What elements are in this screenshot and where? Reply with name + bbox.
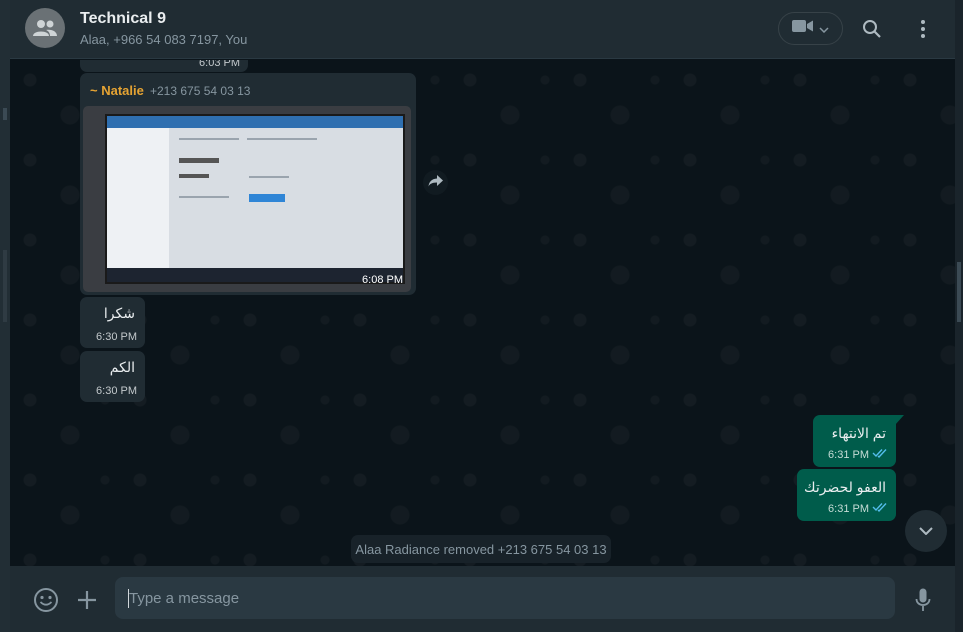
- message-status: 6:31 PM: [828, 502, 888, 515]
- photo-screen-taskbar: [107, 268, 403, 282]
- message-time: 6:31 PM: [828, 448, 869, 461]
- left-edge-resize-handle[interactable]: [3, 250, 7, 322]
- message-list[interactable]: 6:03 PM ~ Natalie +213 675 54 03 13 6:08…: [10, 60, 955, 566]
- message-time: 6:30 PM: [96, 331, 137, 343]
- message-bubble-in[interactable]: الكم 6:30 PM: [80, 351, 145, 402]
- video-call-icon: [792, 19, 814, 38]
- forward-icon: [428, 174, 444, 192]
- attach-plus-icon[interactable]: [73, 586, 101, 614]
- chat-title[interactable]: Technical 9: [80, 10, 166, 28]
- microphone-icon[interactable]: [909, 586, 937, 614]
- photo-screen-image: [105, 114, 405, 284]
- photo-screen-sidebar: [107, 128, 169, 268]
- chat-participants: Alaa, +966 54 083 7197, You: [80, 32, 248, 47]
- message-bubble-out[interactable]: تم الانتهاء 6:31 PM: [813, 415, 896, 467]
- photo-screen-line: [179, 196, 229, 198]
- message-time: 6:31 PM: [828, 502, 869, 515]
- chat-header[interactable]: Technical 9 Alaa, +966 54 083 7197, You: [10, 0, 955, 59]
- double-check-icon: [872, 502, 888, 515]
- photo-screen-line: [249, 176, 289, 178]
- sender-name[interactable]: ~ Natalie: [90, 83, 144, 98]
- right-panel-edge: [955, 0, 963, 632]
- bubble-tail: [895, 415, 904, 425]
- whatsapp-window: Technical 9 Alaa, +966 54 083 7197, You …: [0, 0, 963, 632]
- message-bubble-partial[interactable]: 6:03 PM: [80, 60, 248, 72]
- video-call-button[interactable]: [778, 12, 843, 45]
- message-status: 6:31 PM: [828, 448, 888, 461]
- group-avatar-icon[interactable]: [25, 8, 65, 48]
- message-input[interactable]: [115, 577, 895, 619]
- message-time: 6:03 PM: [199, 60, 240, 69]
- photo-screen-titlebar: [107, 116, 403, 128]
- photo-message[interactable]: ~ Natalie +213 675 54 03 13 6:08 PM: [80, 73, 416, 295]
- forward-button[interactable]: [423, 170, 448, 195]
- scroll-to-bottom-button[interactable]: [905, 510, 947, 552]
- system-message: Alaa Radiance removed +213 675 54 03 13: [351, 535, 611, 563]
- scroll-down-icon: [919, 522, 933, 540]
- photo-screen-line: [179, 158, 219, 163]
- message-bubble-in[interactable]: شكرا 6:30 PM: [80, 297, 145, 348]
- emoji-icon[interactable]: [32, 586, 60, 614]
- message-text: العفو لحضرتك: [804, 479, 886, 495]
- search-icon[interactable]: [860, 17, 884, 41]
- sender-phone: +213 675 54 03 13: [150, 84, 251, 98]
- shared-photo[interactable]: 6:08 PM: [83, 106, 411, 292]
- menu-icon[interactable]: [911, 17, 935, 41]
- double-check-icon: [872, 448, 888, 461]
- message-text: تم الانتهاء: [831, 425, 886, 441]
- composer-bar: [10, 566, 955, 632]
- text-caret: [128, 589, 129, 608]
- photo-screen-line: [179, 174, 209, 178]
- message-time: 6:08 PM: [362, 274, 403, 286]
- right-edge-resize-handle[interactable]: [957, 262, 961, 322]
- left-edge-tick: [3, 108, 7, 120]
- photo-screen-line: [179, 138, 239, 140]
- message-text: شكرا: [103, 305, 135, 321]
- message-time: 6:30 PM: [96, 385, 137, 397]
- message-text: الكم: [109, 359, 135, 375]
- left-panel-edge: [0, 0, 10, 632]
- photo-screen-line: [247, 138, 317, 140]
- photo-screen-button: [249, 194, 285, 202]
- message-bubble-out[interactable]: العفو لحضرتك 6:31 PM: [797, 469, 896, 521]
- chevron-down-icon: [819, 20, 829, 38]
